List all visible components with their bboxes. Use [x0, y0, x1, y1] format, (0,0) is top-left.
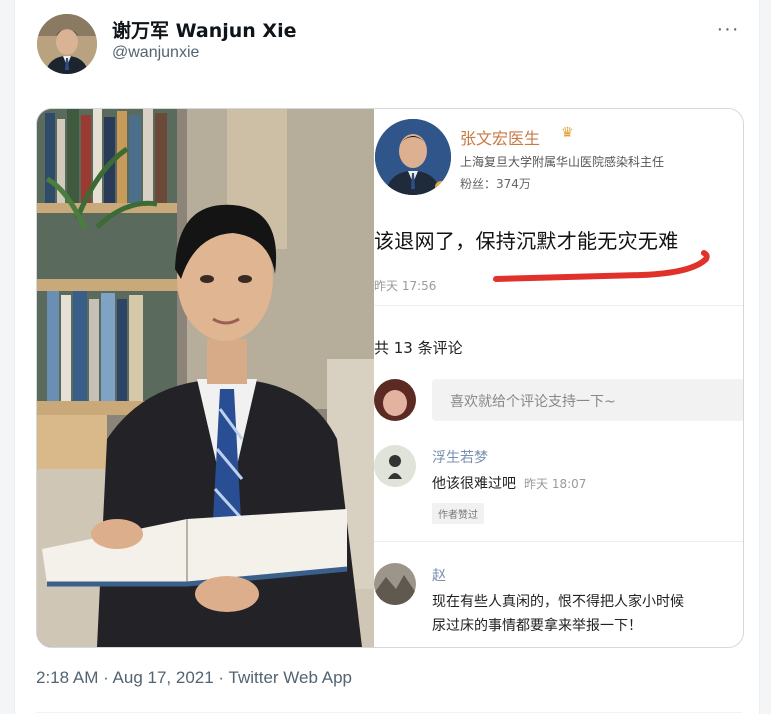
tweet-metadata: 2:18 AM · Aug 17, 2021 · Twitter Web App [36, 668, 352, 688]
doctor-photo [37, 109, 374, 647]
tweet-time[interactable]: 2:18 AM [36, 668, 98, 687]
weibo-screenshot: 张文宏医生 ♛ 上海复旦大学附属华山医院感染科主任 粉丝：374万 该退网了，保… [374, 109, 743, 647]
weibo-author-title: 上海复旦大学附属华山医院感染科主任 [460, 155, 665, 169]
commenter-avatar-image [374, 445, 416, 487]
more-icon: ··· [716, 17, 740, 40]
crown-icon: ♛ [561, 125, 574, 141]
doctor-photo-image [37, 109, 374, 647]
more-options-button[interactable]: ··· [711, 14, 745, 44]
comment-body: 他该很难过吧 [432, 476, 516, 492]
weibo-author-avatar [375, 119, 451, 195]
comment-prompt-text: 喜欢就给个评论支持一下~ [450, 394, 616, 410]
commenter-name: 赵 [432, 568, 446, 584]
divider [36, 712, 742, 713]
weibo-author-name: 张文宏医生 [460, 129, 541, 148]
comment-text-line-1: 现在有些人真闲的，恨不得把人家小时候 [432, 594, 684, 610]
commenter-avatar-image [374, 379, 416, 421]
avatar-portrait [37, 14, 97, 74]
comment-text-line-2: 尿过床的事情都要拿来举报一下！ [432, 618, 642, 634]
display-name[interactable]: 谢万军 Wanjun Xie [112, 16, 296, 43]
commenter-avatar [374, 379, 416, 421]
weibo-fan-count: 粉丝：374万 [460, 177, 531, 191]
comment-time: 昨天 18:07 [524, 477, 587, 491]
meta-separator: · [213, 668, 229, 687]
tweet-source[interactable]: Twitter Web App [229, 668, 352, 687]
user-handle[interactable]: @wanjunxie [112, 44, 199, 62]
tweet-media[interactable]: 张文宏医生 ♛ 上海复旦大学附属华山医院感染科主任 粉丝：374万 该退网了，保… [36, 108, 744, 648]
meta-separator: · [98, 668, 113, 687]
commenter-avatar [374, 563, 416, 605]
author-liked-badge: 作者赞过 [432, 503, 484, 524]
tweet-date[interactable]: Aug 17, 2021 [113, 668, 214, 687]
comment-prompt-box: 喜欢就给个评论支持一下~ [432, 379, 743, 421]
weibo-post-time: 昨天 17:56 [374, 279, 437, 293]
commenter-name: 浮生若梦 [432, 450, 488, 466]
commenter-avatar [374, 445, 416, 487]
divider [374, 305, 743, 306]
author-avatar[interactable] [37, 14, 97, 74]
tweet-card: 谢万军 Wanjun Xie @wanjunxie ··· 张文宏医生 ♛ 上海… [14, 0, 760, 714]
comment-count: 共 13 条评论 [374, 339, 463, 357]
comment-text: 他该很难过吧 昨天 18:07 [432, 473, 586, 493]
commenter-avatar-image [374, 563, 416, 605]
weibo-avatar-image [375, 119, 451, 195]
red-underline-annotation [493, 250, 710, 282]
divider [374, 541, 743, 542]
